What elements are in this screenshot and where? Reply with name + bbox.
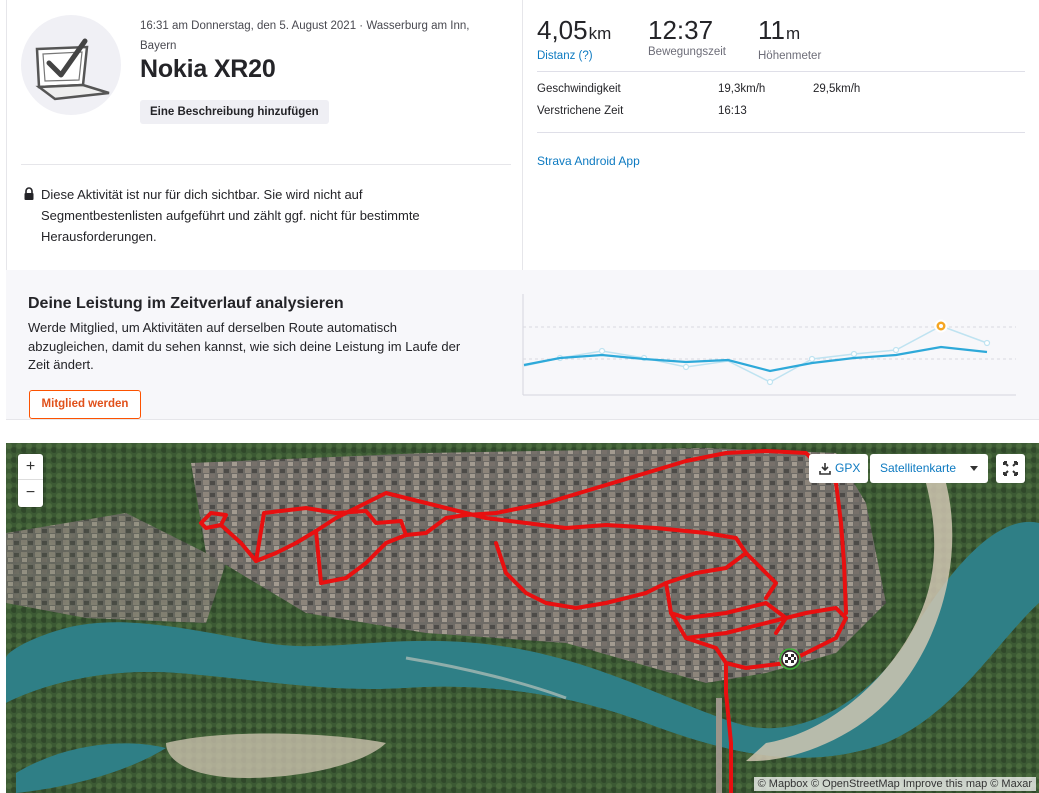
zoom-out-button[interactable]: − xyxy=(18,480,43,506)
activity-summary-card: 16:31 am Donnerstag, den 5. August 2021 … xyxy=(6,0,523,270)
elevation-label: Höhenmeter xyxy=(758,50,822,62)
chart-point xyxy=(850,350,858,358)
activity-stats-card: 4,05km Distanz (?) 12:37 Bewegungszeit 1… xyxy=(537,0,1025,270)
moving-time-stat: 12:37 Bewegungszeit xyxy=(648,14,726,58)
speed-avg: 19,3km/h xyxy=(718,83,766,95)
meta-line-2: Bayern xyxy=(140,40,177,52)
fullscreen-icon xyxy=(1003,461,1018,476)
meta-line-1: 16:31 am Donnerstag, den 5. August 2021 … xyxy=(140,20,470,32)
privacy-line-1: Diese Aktivität ist nur für dich sichtba… xyxy=(41,187,363,202)
chart-point xyxy=(808,355,816,363)
privacy-notice: Diese Aktivität ist nur für dich sichtba… xyxy=(23,184,493,247)
moving-time-value: 12:37 xyxy=(648,15,714,45)
zoom-in-button[interactable]: + xyxy=(18,454,43,480)
performance-text-line-3: Zeit ändert. xyxy=(28,357,94,372)
chart-trend-series xyxy=(523,345,988,373)
download-icon xyxy=(819,463,831,475)
performance-trend-chart xyxy=(522,294,1016,396)
map-type-label: Satellitenkarte xyxy=(880,461,957,475)
distance-label-link[interactable]: Distanz (?) xyxy=(537,50,611,62)
fullscreen-button[interactable] xyxy=(996,454,1025,483)
gpx-label: GPX xyxy=(835,461,861,475)
device-link[interactable]: Strava Android App xyxy=(537,154,640,168)
laptop-checkmark-icon xyxy=(35,38,110,101)
moving-time-label: Bewegungszeit xyxy=(648,46,726,58)
distance-unit: km xyxy=(588,24,612,43)
speed-label: Geschwindigkeit xyxy=(537,83,621,95)
performance-text-line-2: abzugleichen, damit du sehen kannst, wie… xyxy=(28,338,461,354)
route-map[interactable]: + − GPX Satellitenkarte © Mapbox © OpenS… xyxy=(6,443,1039,793)
elapsed-value: 16:13 xyxy=(718,105,747,117)
activity-datetime-location: 16:31 am Donnerstag, den 5. August 2021 … xyxy=(140,16,500,56)
elevation-stat: 11m Höhenmeter xyxy=(758,14,821,62)
privacy-line-2: Segmentbestenlisten aufgeführt und zählt… xyxy=(41,208,420,223)
elapsed-label: Verstrichene Zeit xyxy=(537,105,624,117)
chart-point xyxy=(598,347,606,355)
performance-heading: Deine Leistung im Zeitverlauf analysiere… xyxy=(28,295,344,312)
become-member-button[interactable]: Mitglied werden xyxy=(29,390,141,419)
chart-faded-series xyxy=(523,325,988,383)
lock-icon xyxy=(24,187,34,200)
gpx-download-button[interactable]: GPX xyxy=(809,454,868,483)
map-attribution[interactable]: © Mapbox © OpenStreetMap Improve this ma… xyxy=(753,777,1036,791)
performance-text-line-1: Werde Mitglied, um Aktivitäten auf derse… xyxy=(28,320,398,335)
chart-point xyxy=(766,378,774,386)
privacy-line-3: Herausforderungen. xyxy=(41,229,157,244)
activity-title: Nokia XR20 xyxy=(140,55,276,83)
elevation-unit: m xyxy=(786,24,801,43)
divider xyxy=(537,71,1025,72)
distance-stat: 4,05km Distanz (?) xyxy=(537,14,611,62)
chart-highlight-center xyxy=(939,324,943,328)
divider xyxy=(21,164,511,165)
zoom-controls: + − xyxy=(18,454,43,507)
add-description-button[interactable]: Eine Beschreibung hinzufügen xyxy=(140,100,329,124)
chart-point xyxy=(983,339,991,347)
activity-header: 16:31 am Donnerstag, den 5. August 2021 … xyxy=(0,0,1039,270)
speed-max: 29,5km/h xyxy=(813,83,861,95)
distance-value: 4,05 xyxy=(537,15,588,45)
chart-point xyxy=(892,346,900,354)
performance-text: Werde Mitglied, um Aktivitäten auf derse… xyxy=(28,319,500,375)
caret-down-icon xyxy=(970,466,978,471)
device-avatar xyxy=(21,15,121,115)
map-type-select[interactable]: Satellitenkarte xyxy=(870,454,988,483)
elevation-value: 11 xyxy=(758,15,785,45)
divider xyxy=(537,132,1025,133)
performance-upsell-panel: Deine Leistung im Zeitverlauf analysiere… xyxy=(6,270,1039,420)
bridge xyxy=(716,698,722,793)
satellite-map xyxy=(6,443,1039,793)
chart-point xyxy=(682,363,690,371)
